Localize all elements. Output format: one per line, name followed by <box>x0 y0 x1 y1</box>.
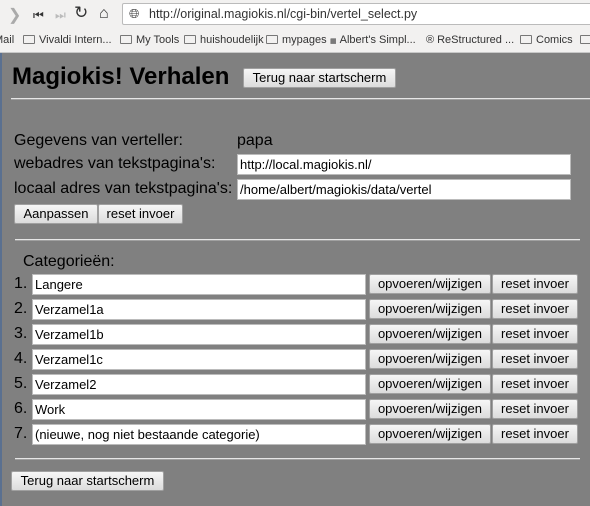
page-title: Magiokis! Verhalen <box>12 63 230 90</box>
category-row: 1. opvoeren/wijzigen reset invoer <box>2 274 590 296</box>
bookmark-mail[interactable]: Mail <box>0 34 14 46</box>
category-reset-button[interactable]: reset invoer <box>492 349 578 369</box>
site-icon: ▦ <box>330 38 337 45</box>
bookmarks-bar: Mail Vivaldi Intern... My Tools huishoud… <box>0 30 590 50</box>
folder-icon <box>184 35 196 44</box>
aanpassen-button[interactable]: Aanpassen <box>14 204 98 224</box>
bookmark-alberts[interactable]: ▦ Albert's Simpl... <box>330 34 416 46</box>
category-number: 3. <box>14 325 28 342</box>
category-input[interactable] <box>32 299 366 320</box>
bookmark-mypages[interactable]: mypages <box>266 34 327 46</box>
category-input[interactable] <box>32 349 366 370</box>
folder-icon <box>120 35 132 44</box>
folder-icon <box>23 35 35 44</box>
bookmark-huishoudelijk[interactable]: huishoudelijk <box>184 34 264 46</box>
category-submit-button[interactable]: opvoeren/wijzigen <box>369 274 491 294</box>
skip-back-icon[interactable]: ⏮ <box>33 8 44 23</box>
category-reset-button[interactable]: reset invoer <box>492 424 578 444</box>
page-content: Magiokis! Verhalen Terug naar startscher… <box>0 53 590 506</box>
web-address-label: webadres van tekstpagina's: <box>14 155 216 172</box>
category-input[interactable] <box>32 399 366 420</box>
bookmark-comics[interactable]: Comics <box>520 34 573 46</box>
bookmark-label: ReStructured ... <box>437 34 515 46</box>
bookmark-my-tools[interactable]: My Tools <box>120 34 179 46</box>
category-number: 1. <box>14 275 28 292</box>
bookmark-label: My Tools <box>136 34 180 46</box>
category-input[interactable] <box>32 324 366 345</box>
bookmark-label: Comics <box>536 34 573 46</box>
r-icon: ® <box>426 34 435 46</box>
folder-icon <box>580 35 590 44</box>
globe-icon: 🌐︎ <box>129 6 140 21</box>
bookmark-vivaldi[interactable]: Vivaldi Intern... <box>23 34 112 46</box>
back-to-start-button[interactable]: Terug naar startscherm <box>243 68 396 88</box>
divider <box>11 98 590 100</box>
category-input[interactable] <box>32 374 366 395</box>
home-icon[interactable]: ⌂ <box>99 5 109 23</box>
bookmark-label: Vivaldi Intern... <box>39 34 112 46</box>
category-input[interactable] <box>32 274 366 295</box>
verteller-label: Gegevens van verteller: <box>14 132 183 149</box>
reset-verteller-button[interactable]: reset invoer <box>98 204 183 224</box>
category-reset-button[interactable]: reset invoer <box>492 374 578 394</box>
category-number: 5. <box>14 375 28 392</box>
category-reset-button[interactable]: reset invoer <box>492 274 578 294</box>
skip-forward-icon[interactable]: ⏭ <box>55 8 66 23</box>
bookmark-label: huishoudelijk <box>200 34 264 46</box>
folder-icon <box>520 35 532 44</box>
footer-back-to-start-button[interactable]: Terug naar startscherm <box>11 471 164 491</box>
category-row: 5. opvoeren/wijzigen reset invoer <box>2 374 590 396</box>
category-input[interactable] <box>32 424 366 445</box>
local-address-input[interactable] <box>237 179 571 200</box>
category-number: 7. <box>14 425 28 442</box>
category-submit-button[interactable]: opvoeren/wijzigen <box>369 299 491 319</box>
folder-icon <box>266 35 278 44</box>
reload-icon[interactable]: ↻ <box>74 3 88 23</box>
category-submit-button[interactable]: opvoeren/wijzigen <box>369 424 491 444</box>
browser-toolbar: ❯ ⏮ ⏭ ↻ ⌂ 🌐︎ http://original.magiokis.nl/… <box>0 0 590 53</box>
category-reset-button[interactable]: reset invoer <box>492 399 578 419</box>
address-bar[interactable]: 🌐︎ http://original.magiokis.nl/cgi-bin/ve… <box>122 3 590 25</box>
bookmark-label: Albert's Simpl... <box>339 34 416 46</box>
category-number: 6. <box>14 400 28 417</box>
web-address-input[interactable] <box>237 154 571 175</box>
category-reset-button[interactable]: reset invoer <box>492 299 578 319</box>
verteller-name: papa <box>237 132 273 149</box>
divider <box>15 239 580 241</box>
forward-icon[interactable]: ❯ <box>8 5 21 25</box>
category-row: 6. opvoeren/wijzigen reset invoer <box>2 399 590 421</box>
category-number: 4. <box>14 350 28 367</box>
bookmark-label: mypages <box>282 34 327 46</box>
category-number: 2. <box>14 300 28 317</box>
category-submit-button[interactable]: opvoeren/wijzigen <box>369 349 491 369</box>
category-row: 2. opvoeren/wijzigen reset invoer <box>2 299 590 321</box>
local-address-label: locaal adres van tekstpagina's: <box>14 180 233 197</box>
categories-heading: Categorieën: <box>23 253 115 270</box>
category-row: 3. opvoeren/wijzigen reset invoer <box>2 324 590 346</box>
divider <box>15 458 580 460</box>
bookmark-more[interactable] <box>580 34 590 46</box>
category-submit-button[interactable]: opvoeren/wijzigen <box>369 399 491 419</box>
category-submit-button[interactable]: opvoeren/wijzigen <box>369 324 491 344</box>
category-reset-button[interactable]: reset invoer <box>492 324 578 344</box>
bookmark-restructured[interactable]: ® ReStructured ... <box>426 34 514 46</box>
category-submit-button[interactable]: opvoeren/wijzigen <box>369 374 491 394</box>
category-row: 4. opvoeren/wijzigen reset invoer <box>2 349 590 371</box>
url-text: http://original.magiokis.nl/cgi-bin/vert… <box>149 7 418 21</box>
category-row: 7. opvoeren/wijzigen reset invoer <box>2 424 590 446</box>
